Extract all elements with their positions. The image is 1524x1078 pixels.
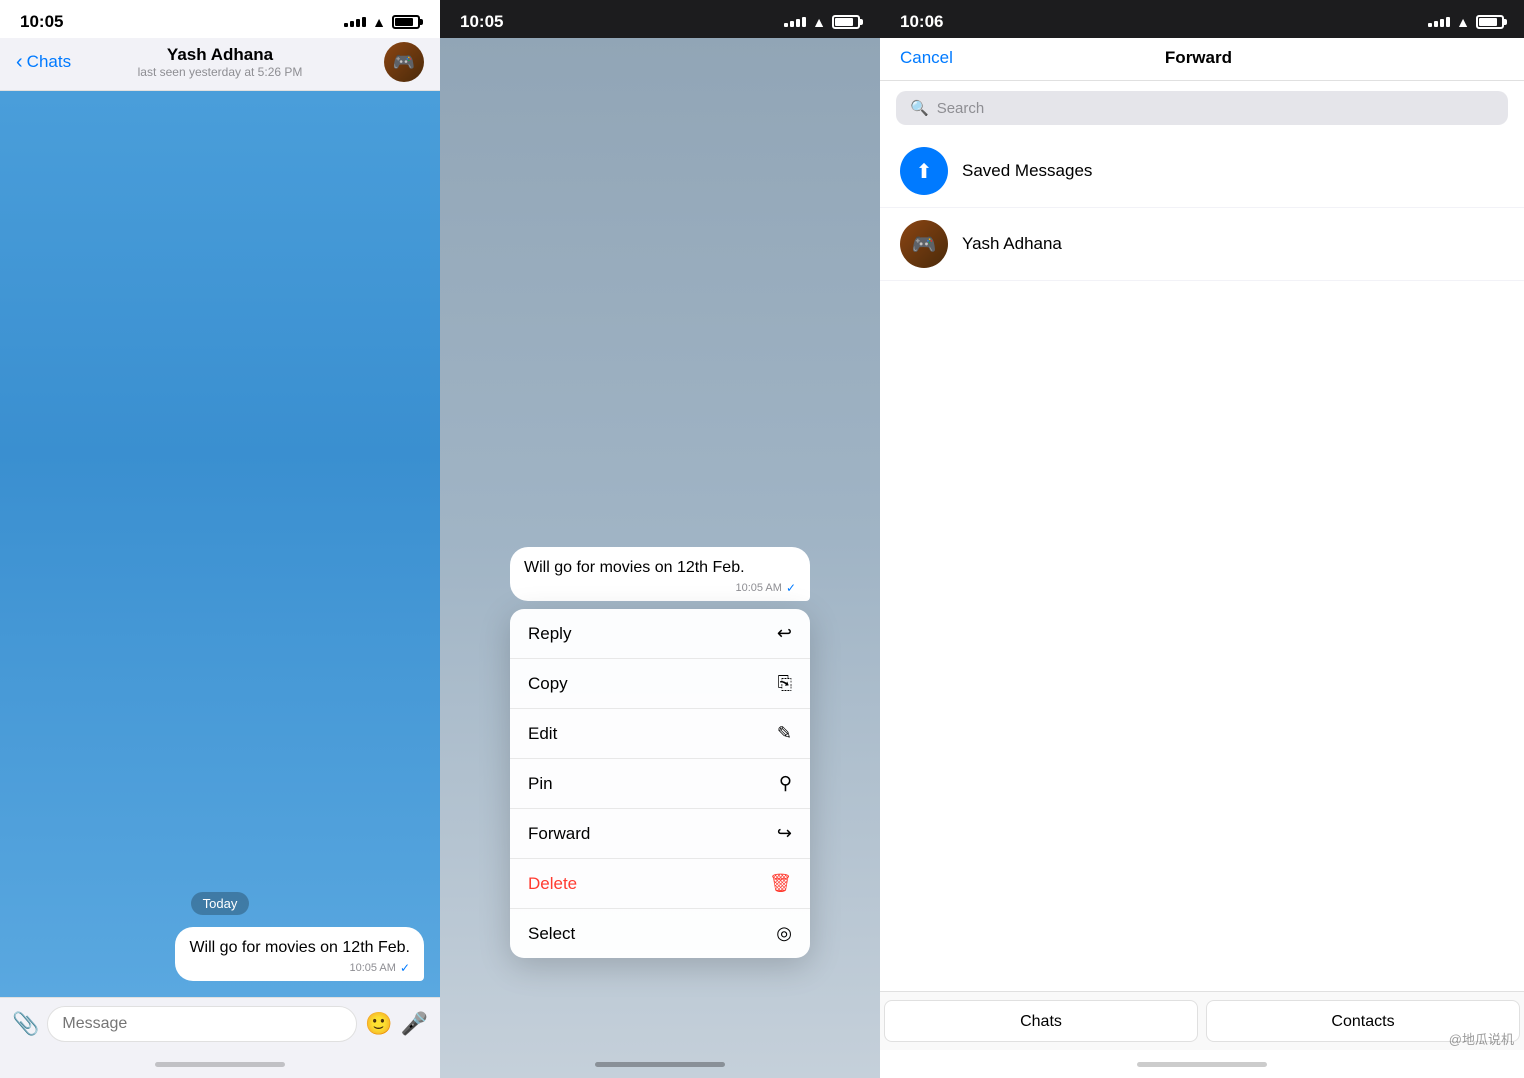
edit-label: Edit: [528, 724, 557, 744]
reply-label: Reply: [528, 624, 571, 644]
saved-messages-avatar: ⬆: [900, 147, 948, 195]
yash-name: Yash Adhana: [962, 234, 1062, 254]
message-check-2: ✓: [786, 581, 796, 595]
delete-icon: 🗑: [769, 873, 792, 894]
context-menu: Reply ↩ Copy ⎘ Edit ✎ Pin ⚲ Forward ↪ De…: [510, 609, 810, 958]
pin-icon: ⚲: [779, 773, 792, 794]
select-icon: ◎: [776, 923, 792, 944]
forward-label: Forward: [528, 824, 590, 844]
saved-messages-name: Saved Messages: [962, 161, 1092, 181]
home-indicator-3: [880, 1050, 1524, 1078]
bottom-tabs: Chats Contacts: [880, 991, 1524, 1050]
contact-name-1: Yash Adhana: [167, 45, 273, 65]
context-content: Will go for movies on 12th Feb. 10:05 AM…: [510, 547, 810, 958]
wifi-icon-3: ▲: [1456, 14, 1470, 30]
contact-list: ⬆ Saved Messages 🎮 Yash Adhana: [880, 135, 1524, 991]
home-indicator-2: [440, 1050, 880, 1078]
contact-yash[interactable]: 🎮 Yash Adhana: [880, 208, 1524, 281]
wifi-icon-2: ▲: [812, 14, 826, 30]
message-text-2: Will go for movies on 12th Feb.: [524, 557, 796, 579]
status-bar-1: 10:05 ▲: [0, 0, 440, 38]
status-icons-2: ▲: [784, 14, 860, 30]
mic-icon[interactable]: 🎤: [401, 1011, 428, 1037]
message-meta-1: 10:05 AM ✓: [189, 961, 410, 975]
panel-context: 10:05 ▲ Will go for movies on 12th Feb. …: [440, 0, 880, 1078]
back-button-1[interactable]: ‹ Chats: [16, 51, 71, 74]
message-input[interactable]: [47, 1006, 357, 1042]
attachment-icon[interactable]: 📎: [12, 1011, 39, 1037]
panel-chat: 10:05 ▲ ‹ Chats Yash Adhana last seen ye…: [0, 0, 440, 1078]
last-seen-1: last seen yesterday at 5:26 PM: [138, 65, 303, 79]
reply-icon: ↩: [777, 623, 792, 644]
search-placeholder: Search: [937, 100, 985, 117]
message-meta-2: 10:05 AM ✓: [524, 581, 796, 595]
search-bar[interactable]: 🔍 Search: [896, 91, 1508, 125]
nav-bar-1: ‹ Chats Yash Adhana last seen yesterday …: [0, 38, 440, 91]
watermark: @地瓜说机: [1449, 1029, 1514, 1048]
back-label[interactable]: Chats: [27, 52, 71, 72]
context-reply[interactable]: Reply ↩: [510, 609, 810, 659]
avatar-1[interactable]: 🎮: [384, 42, 424, 82]
contact-saved-messages[interactable]: ⬆ Saved Messages: [880, 135, 1524, 208]
input-bar-1: 📎 🙂 🎤: [0, 997, 440, 1050]
signal-icon: [344, 17, 366, 27]
battery-icon-1: [392, 15, 420, 29]
message-check-1: ✓: [400, 961, 410, 975]
nav-center-1: Yash Adhana last seen yesterday at 5:26 …: [138, 45, 303, 79]
forward-nav: Cancel Forward: [880, 38, 1524, 81]
battery-icon-2: [832, 15, 860, 29]
home-bar-1: [155, 1062, 285, 1067]
date-badge: Today: [191, 892, 250, 915]
context-forward[interactable]: Forward ↪: [510, 809, 810, 859]
status-icons-1: ▲: [344, 14, 420, 30]
context-edit[interactable]: Edit ✎: [510, 709, 810, 759]
copy-label: Copy: [528, 674, 568, 694]
message-bubble-2: Will go for movies on 12th Feb. 10:05 AM…: [510, 547, 810, 601]
message-bubble-1: Will go for movies on 12th Feb. 10:05 AM…: [175, 927, 424, 981]
chat-area-1: Today Will go for movies on 12th Feb. 10…: [0, 91, 440, 997]
forward-icon: ↪: [777, 823, 792, 844]
cancel-button[interactable]: Cancel: [900, 48, 953, 68]
select-label: Select: [528, 924, 575, 944]
pin-label: Pin: [528, 774, 553, 794]
chevron-left-icon: ‹: [16, 51, 23, 74]
sticker-icon[interactable]: 🙂: [365, 1011, 392, 1037]
status-time-1: 10:05: [20, 12, 63, 32]
message-time-1: 10:05 AM: [349, 962, 395, 974]
yash-avatar: 🎮: [900, 220, 948, 268]
status-time-3: 10:06: [900, 12, 943, 32]
status-icons-3: ▲: [1428, 14, 1504, 30]
context-copy[interactable]: Copy ⎘: [510, 659, 810, 709]
edit-icon: ✎: [777, 723, 792, 744]
context-pin[interactable]: Pin ⚲: [510, 759, 810, 809]
wifi-icon-1: ▲: [372, 14, 386, 30]
context-delete[interactable]: Delete 🗑: [510, 859, 810, 909]
home-bar-2: [595, 1062, 725, 1067]
context-select[interactable]: Select ◎: [510, 909, 810, 958]
message-text-1: Will go for movies on 12th Feb.: [189, 937, 410, 959]
delete-label: Delete: [528, 874, 577, 894]
signal-icon-2: [784, 17, 806, 27]
battery-icon-3: [1476, 15, 1504, 29]
home-indicator-1: [0, 1050, 440, 1078]
message-time-2: 10:05 AM: [735, 582, 781, 594]
status-bar-3: 10:06 ▲: [880, 0, 1524, 38]
signal-icon-3: [1428, 17, 1450, 27]
copy-icon: ⎘: [778, 673, 792, 694]
search-icon: 🔍: [910, 99, 929, 117]
home-bar-3: [1137, 1062, 1267, 1067]
forward-title: Forward: [1165, 48, 1232, 68]
panel-forward: 10:06 ▲ Cancel Forward 🔍 Search ⬆: [880, 0, 1524, 1078]
tab-chats[interactable]: Chats: [884, 1000, 1198, 1042]
status-bar-2: 10:05 ▲: [440, 0, 880, 38]
status-time-2: 10:05: [460, 12, 503, 32]
